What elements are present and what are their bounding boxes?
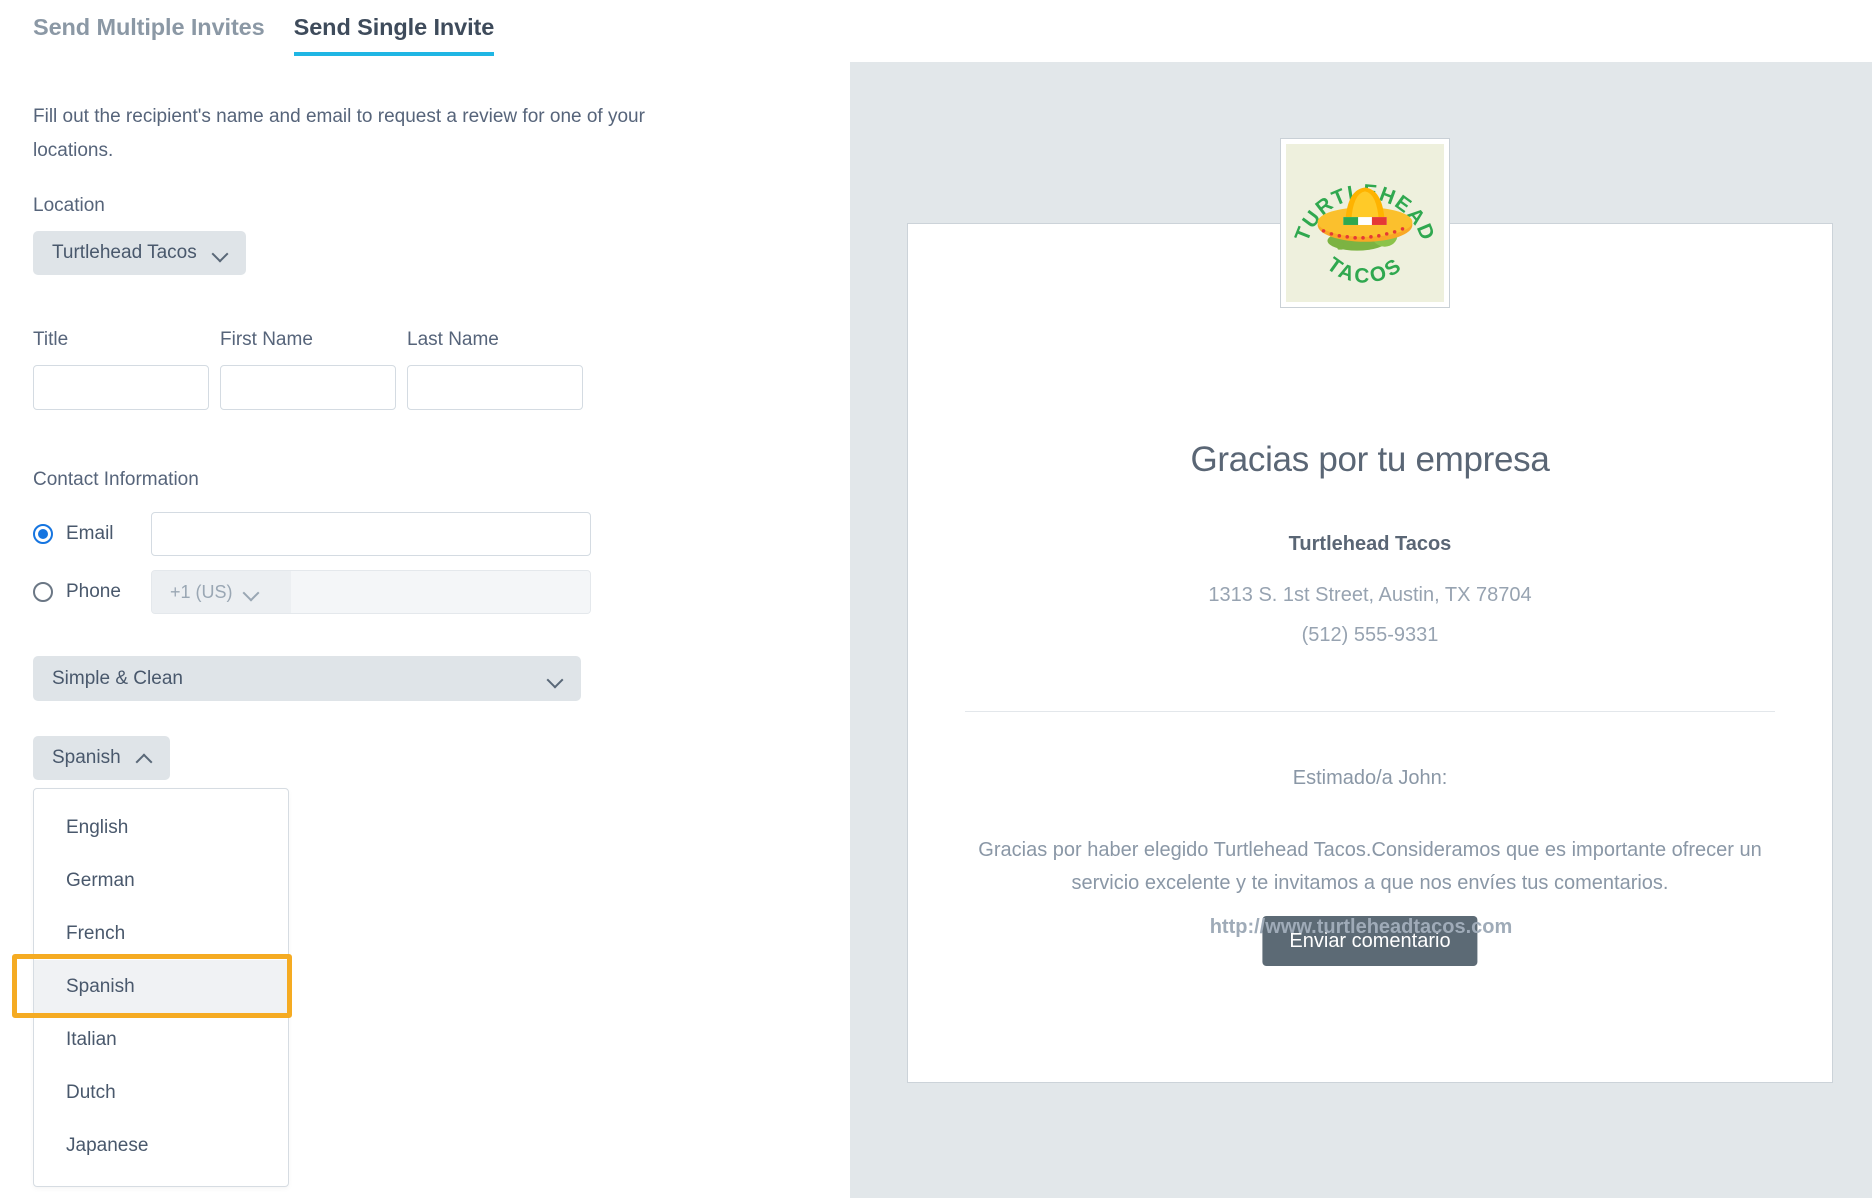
title-field-group: Title: [33, 330, 209, 410]
language-select-value: Spanish: [52, 747, 121, 768]
email-radio-label: Email: [66, 523, 114, 544]
email-greeting: Estimado/a John:: [1292, 767, 1448, 789]
email-contact-row: Email: [33, 512, 591, 556]
phone-contact-row: Phone +1 (US): [33, 570, 591, 614]
tab-send-single-invite[interactable]: Send Single Invite: [293, 14, 494, 56]
title-label: Title: [33, 329, 69, 350]
business-phone: (512) 555-9331: [1301, 624, 1439, 646]
email-title: Gracias por tu empresa: [1190, 440, 1550, 479]
business-name: Turtlehead Tacos: [1288, 533, 1452, 555]
chevron-down-icon: [213, 246, 227, 260]
name-fields-row: Title First Name Last Name: [33, 330, 583, 410]
location-select[interactable]: Turtlehead Tacos: [33, 231, 246, 275]
phone-input-group: +1 (US): [151, 570, 591, 614]
language-option-dutch[interactable]: Dutch: [34, 1066, 288, 1119]
country-code-select[interactable]: +1 (US): [152, 571, 291, 613]
first-name-label: First Name: [220, 329, 313, 350]
email-radio[interactable]: [33, 524, 53, 544]
language-option-japanese[interactable]: Japanese: [34, 1119, 288, 1172]
language-dropdown-menu: English German French Spanish Italian Du…: [33, 788, 289, 1187]
email-input[interactable]: [151, 512, 591, 556]
contact-information-label: Contact Information: [33, 469, 199, 490]
chevron-down-icon: [244, 585, 258, 599]
page-root: Send Multiple Invites Send Single Invite…: [0, 0, 1872, 1198]
email-body-text: Gracias por haber elegido Turtlehead Tac…: [978, 839, 1762, 894]
chevron-up-icon: [137, 751, 151, 765]
location-select-value: Turtlehead Tacos: [52, 242, 197, 263]
footer-website-url: http://www.turtleheadtacos.com: [1209, 916, 1513, 938]
business-logo: TURTLEHEAD TACOS: [1280, 138, 1450, 308]
template-select[interactable]: Simple & Clean: [33, 656, 581, 701]
phone-radio-label: Phone: [66, 581, 121, 602]
language-option-english[interactable]: English: [34, 801, 288, 854]
language-option-german[interactable]: German: [34, 854, 288, 907]
form-intro-text: Fill out the recipient's name and email …: [33, 106, 645, 161]
title-input[interactable]: [33, 365, 209, 410]
last-name-label: Last Name: [407, 329, 499, 350]
phone-radio[interactable]: [33, 582, 53, 602]
email-card: Gracias por tu empresa Turtlehead Tacos …: [907, 223, 1833, 1083]
turtlehead-tacos-logo-icon: TURTLEHEAD TACOS: [1291, 180, 1438, 288]
business-logo-image: TURTLEHEAD TACOS: [1286, 144, 1444, 302]
tab-send-multiple-invites[interactable]: Send Multiple Invites: [33, 14, 265, 56]
svg-text:TACOS: TACOS: [1323, 253, 1408, 288]
email-divider: [965, 711, 1775, 712]
country-code-value: +1 (US): [170, 581, 233, 602]
invite-form-panel: Send Multiple Invites Send Single Invite…: [0, 0, 850, 1198]
first-name-input[interactable]: [220, 365, 396, 410]
language-option-french[interactable]: French: [34, 907, 288, 960]
language-option-italian[interactable]: Italian: [34, 1013, 288, 1066]
chevron-down-icon: [548, 672, 562, 686]
phone-number-input[interactable]: [291, 571, 590, 613]
first-name-field-group: First Name: [220, 330, 396, 410]
tab-bar: Send Multiple Invites Send Single Invite: [33, 14, 523, 56]
last-name-input[interactable]: [407, 365, 583, 410]
template-select-value: Simple & Clean: [52, 667, 183, 689]
business-address: 1313 S. 1st Street, Austin, TX 78704: [1208, 584, 1532, 606]
language-option-spanish[interactable]: Spanish: [34, 960, 288, 1013]
location-label: Location: [33, 195, 105, 216]
last-name-field-group: Last Name: [407, 330, 583, 410]
language-select[interactable]: Spanish: [33, 736, 170, 780]
